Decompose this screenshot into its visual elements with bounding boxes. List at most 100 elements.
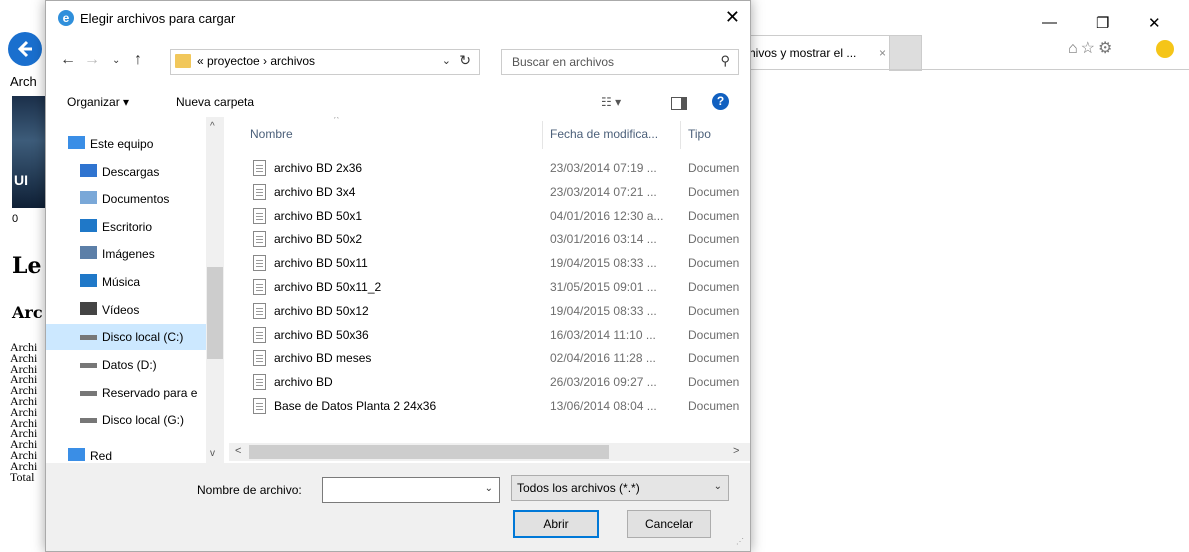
- file-row[interactable]: archivo BD 50x2 03/01/2016 03:14 ... Docum…: [229, 228, 750, 251]
- column-divider[interactable]: [542, 121, 543, 149]
- organize-button[interactable]: Organizar ▾: [67, 95, 129, 109]
- total-label: Total: [10, 469, 35, 484]
- home-favorites-settings-icons[interactable]: ⌂☆⚙: [1068, 38, 1115, 58]
- dialog-toolbar: Organizar ▾ Nueva carpeta ☷ ▾ ?: [46, 87, 750, 118]
- refresh-icon[interactable]: ↻: [459, 52, 471, 69]
- scroll-thumb[interactable]: [207, 267, 223, 359]
- chevron-down-icon[interactable]: ⌄: [714, 481, 722, 492]
- navigation-pane: Este equipo Descargas Documentos Escritorio…: [46, 117, 226, 463]
- open-button[interactable]: Abrir: [513, 510, 599, 538]
- drive-icon: [80, 418, 97, 423]
- dialog-navbar: ← → ⌄ ↑ « proyectoe › archivos ⌄ ↻ Busca…: [46, 37, 750, 87]
- nav-scrollbar[interactable]: ^ v: [206, 117, 224, 463]
- file-type: Documen: [688, 208, 740, 223]
- file-date: 31/05/2015 09:01 ...: [550, 280, 657, 294]
- sidebar-item-label: Escritorio: [102, 220, 153, 234]
- file-type: Documen: [688, 351, 740, 366]
- file-row[interactable]: archivo BD 3x4 23/03/2014 07:21 ... Docume…: [229, 181, 750, 204]
- new-tab-button[interactable]: [889, 35, 922, 71]
- column-date[interactable]: Fecha de modifica...: [550, 127, 658, 141]
- dialog-title: Elegir archivos para cargar: [80, 11, 236, 26]
- sidebar-item[interactable]: Documentos: [46, 186, 206, 212]
- pictures-icon: [80, 246, 97, 259]
- back-arrow-icon[interactable]: [8, 32, 42, 66]
- file-row[interactable]: Base de Datos Planta 2 24x36 13/06/2014 0…: [229, 395, 750, 418]
- sort-ascending-icon: ^: [334, 117, 339, 125]
- horizontal-scroll-thumb[interactable]: [249, 445, 609, 459]
- sidebar-item[interactable]: Reservado para e: [46, 380, 206, 406]
- filetype-select[interactable]: Todos los archivos (*.*) ⌄: [511, 475, 729, 501]
- up-icon[interactable]: ↑: [134, 51, 142, 69]
- horizontal-scrollbar[interactable]: < >: [229, 443, 750, 461]
- sidebar-item[interactable]: Datos (D:): [46, 352, 206, 378]
- preview-pane-icon[interactable]: [671, 97, 687, 110]
- sidebar-item[interactable]: Música: [46, 269, 206, 295]
- text-file-icon: [253, 279, 266, 295]
- dialog-close-icon[interactable]: ✕: [725, 7, 740, 28]
- chevron-down-icon[interactable]: ⌄: [485, 483, 493, 494]
- scroll-right-icon[interactable]: >: [733, 445, 739, 457]
- cancel-button[interactable]: Cancelar: [627, 510, 711, 538]
- file-name: archivo BD 50x36: [274, 327, 369, 342]
- sidebar-item-label: Vídeos: [102, 303, 140, 317]
- file-row[interactable]: archivo BD 50x12 19/04/2015 08:33 ... Docu…: [229, 300, 750, 323]
- sidebar-item[interactable]: Este equipo: [46, 131, 206, 157]
- back-icon[interactable]: ←: [60, 51, 76, 69]
- file-row[interactable]: archivo BD 50x11 19/04/2015 08:33 ... Docu…: [229, 252, 750, 275]
- restore-icon[interactable]: ❐: [1096, 14, 1109, 32]
- sidebar-item-label: Disco local (G:): [102, 413, 185, 427]
- sidebar-item[interactable]: Descargas: [46, 159, 206, 185]
- university-logo: [12, 96, 46, 208]
- sidebar-item-label: Imágenes: [102, 247, 155, 261]
- file-name: archivo BD 50x11: [274, 256, 368, 271]
- file-date: 23/03/2014 07:19 ...: [550, 161, 657, 175]
- sidebar-item-label: Reservado para e: [102, 386, 198, 400]
- resize-grip-icon[interactable]: ⋰: [736, 537, 744, 546]
- menu-archivo[interactable]: Arch: [10, 74, 37, 89]
- folder-icon: [175, 54, 191, 68]
- new-folder-button[interactable]: Nueva carpeta: [176, 95, 254, 109]
- sidebar-item[interactable]: Escritorio: [46, 214, 206, 240]
- file-name: archivo BD 3x4: [274, 184, 356, 199]
- page-heading: Le: [12, 253, 42, 279]
- dialog-content: Este equipo Descargas Documentos Escritorio…: [46, 117, 750, 463]
- file-row[interactable]: archivo BD 2x36 23/03/2014 07:19 ... Docum…: [229, 157, 750, 180]
- file-name: archivo BD 50x2: [274, 232, 363, 247]
- scroll-up-icon[interactable]: ^: [210, 121, 215, 132]
- recent-locations-icon[interactable]: ⌄: [112, 55, 120, 66]
- scroll-left-icon[interactable]: <: [235, 445, 241, 457]
- scroll-down-icon[interactable]: v: [210, 448, 215, 459]
- column-type[interactable]: Tipo: [688, 127, 711, 141]
- chevron-down-icon[interactable]: ⌄: [442, 54, 451, 67]
- file-type: Documen: [688, 280, 740, 294]
- file-row[interactable]: archivo BD meses 02/04/2016 11:28 ... Docu…: [229, 347, 750, 370]
- drive-icon: [80, 335, 97, 340]
- file-date: 04/01/2016 12:30 a...: [550, 208, 664, 223]
- address-bar[interactable]: « proyectoe › archivos ⌄ ↻: [170, 49, 480, 75]
- network-icon: [68, 448, 85, 461]
- column-divider[interactable]: [680, 121, 681, 149]
- tab-close-icon[interactable]: ×: [877, 36, 886, 70]
- sidebar-item[interactable]: Disco local (C:): [46, 324, 206, 350]
- file-row[interactable]: archivo BD 50x11_2 31/05/2015 09:01 ... Do…: [229, 276, 750, 299]
- close-window-icon[interactable]: ✕: [1148, 14, 1161, 32]
- breadcrumb[interactable]: « proyectoe › archivos: [197, 54, 315, 68]
- help-icon[interactable]: ?: [712, 93, 729, 110]
- browser-tab[interactable]: hivos y mostrar el ... ×: [746, 35, 891, 70]
- column-name[interactable]: Nombre: [250, 127, 293, 141]
- file-row[interactable]: archivo BD 26/03/2016 09:27 ... Documen: [229, 371, 750, 394]
- sidebar-item[interactable]: Vídeos: [46, 297, 206, 323]
- sidebar-item[interactable]: Red: [46, 443, 206, 469]
- file-row[interactable]: archivo BD 50x36 16/03/2014 11:10 ... Docu…: [229, 324, 750, 347]
- change-view-icon[interactable]: ☷ ▾: [601, 95, 621, 109]
- filename-input[interactable]: ⌄: [322, 477, 500, 503]
- text-file-icon: [253, 350, 266, 367]
- sidebar-item[interactable]: Disco local (G:): [46, 407, 206, 433]
- file-row[interactable]: archivo BD 50x1 04/01/2016 12:30 a... Docu…: [229, 205, 750, 228]
- search-input[interactable]: Buscar en archivos ⚲: [501, 49, 739, 75]
- minimize-icon[interactable]: —: [1042, 14, 1057, 31]
- sidebar-item[interactable]: Imágenes: [46, 241, 206, 267]
- forward-icon[interactable]: →: [84, 51, 100, 69]
- feedback-smiley-icon[interactable]: [1156, 40, 1174, 58]
- file-type: Documen: [688, 161, 740, 175]
